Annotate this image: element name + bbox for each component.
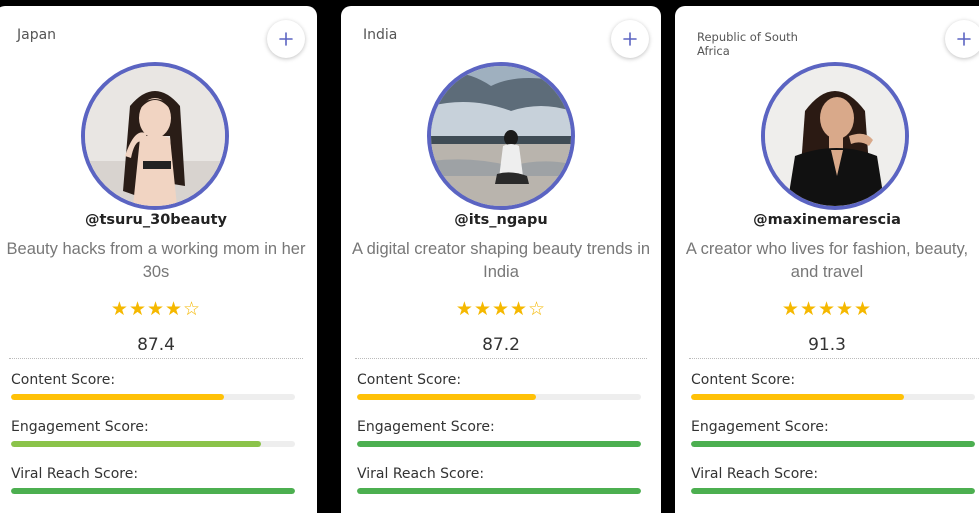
- viral-score-fill: [691, 488, 975, 494]
- creator-bio: A digital creator shaping beauty trends …: [351, 240, 651, 281]
- overall-score: 87.4: [137, 335, 175, 355]
- viral-score-bar: [11, 488, 295, 494]
- viral-score-fill: [357, 488, 641, 494]
- creator-bio: A creator who lives for fashion, beauty,…: [685, 240, 969, 281]
- divider: [689, 358, 979, 359]
- add-creator-button[interactable]: [611, 20, 649, 58]
- engagement-score-label: Engagement Score:: [11, 419, 149, 435]
- avatar[interactable]: [81, 62, 229, 210]
- content-score-bar: [691, 394, 975, 400]
- content-score-fill: [357, 394, 536, 400]
- star-rating: ★★★★★: [781, 298, 873, 320]
- viral-score-fill: [11, 488, 295, 494]
- content-score-label: Content Score:: [691, 372, 796, 388]
- plus-icon: [623, 32, 637, 46]
- content-score-bar: [357, 394, 641, 400]
- creator-card-ngapu[interactable]: India @its_ngapu A digital creator shapi…: [341, 6, 661, 513]
- content-score-fill: [691, 394, 904, 400]
- creator-handle[interactable]: @tsuru_30beauty: [0, 212, 317, 228]
- star-rating: ★★★★☆: [455, 298, 547, 320]
- add-creator-button[interactable]: [267, 20, 305, 58]
- content-score-label: Content Score:: [357, 372, 462, 388]
- viral-score-bar: [691, 488, 975, 494]
- add-creator-button[interactable]: [945, 20, 979, 58]
- engagement-score-label: Engagement Score:: [691, 419, 829, 435]
- creator-card-tsuru[interactable]: Japan @tsuru_30beauty Beauty hacks from …: [0, 6, 317, 513]
- viral-score-label: Viral Reach Score:: [11, 466, 139, 482]
- engagement-score-fill: [691, 441, 975, 447]
- profile-photo: [431, 66, 571, 206]
- plus-icon: [957, 32, 971, 46]
- profile-photo: [85, 66, 225, 206]
- content-score-fill: [11, 394, 224, 400]
- divider: [355, 358, 647, 359]
- avatar[interactable]: [427, 62, 575, 210]
- creator-card-maxine[interactable]: Republic of South Africa @maxinemarescia…: [675, 6, 979, 513]
- plus-icon: [279, 32, 293, 46]
- engagement-score-bar: [11, 441, 295, 447]
- profile-photo: [765, 66, 905, 206]
- content-score-bar: [11, 394, 295, 400]
- engagement-score-bar: [357, 441, 641, 447]
- overall-score: 91.3: [808, 335, 846, 355]
- engagement-score-fill: [11, 441, 261, 447]
- creator-handle[interactable]: @maxinemarescia: [675, 212, 979, 228]
- country-label: India: [363, 27, 398, 43]
- engagement-score-bar: [691, 441, 975, 447]
- overall-score: 87.2: [482, 335, 520, 355]
- star-rating: ★★★★☆: [110, 298, 202, 320]
- country-label: Republic of South Africa: [697, 30, 798, 58]
- viral-score-label: Viral Reach Score:: [691, 466, 819, 482]
- country-label: Japan: [17, 27, 57, 43]
- divider: [9, 358, 303, 359]
- content-score-label: Content Score:: [11, 372, 116, 388]
- avatar[interactable]: [761, 62, 909, 210]
- creator-handle[interactable]: @its_ngapu: [341, 212, 661, 228]
- viral-score-bar: [357, 488, 641, 494]
- creator-bio: Beauty hacks from a working mom in her 3…: [6, 240, 306, 281]
- viral-score-label: Viral Reach Score:: [357, 466, 485, 482]
- engagement-score-label: Engagement Score:: [357, 419, 495, 435]
- engagement-score-fill: [357, 441, 641, 447]
